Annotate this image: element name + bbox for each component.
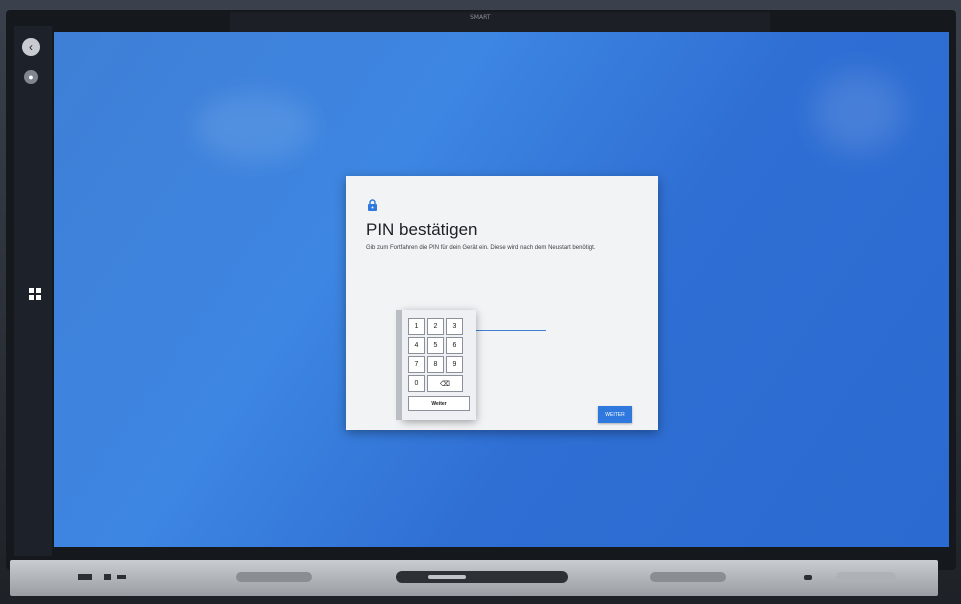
key-5[interactable]: 5: [427, 337, 444, 354]
numeric-keypad: 1 2 3 4 5 6 7 8 9 0 ⌫ Weiter: [396, 310, 476, 420]
usb-port: [78, 574, 92, 580]
apps-grid-icon[interactable]: [29, 288, 41, 300]
dialog-title: PIN bestätigen: [366, 220, 478, 239]
key-4[interactable]: 4: [408, 337, 425, 354]
hdmi-port: [117, 575, 126, 579]
dialog-description: Gib zum Fortfahren die PIN für dein Gerä…: [366, 245, 596, 251]
weiter-button[interactable]: WEITER: [598, 406, 632, 423]
keypad-drag-handle[interactable]: [396, 310, 402, 420]
monitor-top-strip: [230, 12, 770, 34]
key-6[interactable]: 6: [446, 337, 463, 354]
screen-glare: [194, 92, 314, 162]
keypad-weiter-button[interactable]: Weiter: [408, 396, 470, 411]
profile-icon[interactable]: ●: [24, 70, 38, 84]
key-9[interactable]: 9: [446, 356, 463, 373]
pin-dialog: PIN bestätigen Gib zum Fortfahren die PI…: [346, 176, 658, 430]
key-7[interactable]: 7: [408, 356, 425, 373]
key-2[interactable]: 2: [427, 318, 444, 335]
key-3[interactable]: 3: [446, 318, 463, 335]
backspace-icon[interactable]: ⌫: [427, 375, 463, 392]
mic-grille: [836, 572, 896, 582]
back-icon[interactable]: ‹: [22, 38, 40, 56]
control-bar[interactable]: [396, 571, 568, 583]
brand-label: SMART: [470, 14, 491, 21]
speaker-grille: [236, 572, 312, 582]
control-slider[interactable]: [428, 575, 466, 579]
key-0[interactable]: 0: [408, 375, 425, 392]
speaker-grille: [650, 572, 726, 582]
display-screen: PIN bestätigen Gib zum Fortfahren die PI…: [54, 32, 949, 547]
screen-glare: [814, 72, 904, 152]
lock-icon: [368, 199, 377, 211]
sensor-icon: [804, 575, 812, 580]
usb-port: [104, 574, 111, 580]
key-1[interactable]: 1: [408, 318, 425, 335]
key-8[interactable]: 8: [427, 356, 444, 373]
